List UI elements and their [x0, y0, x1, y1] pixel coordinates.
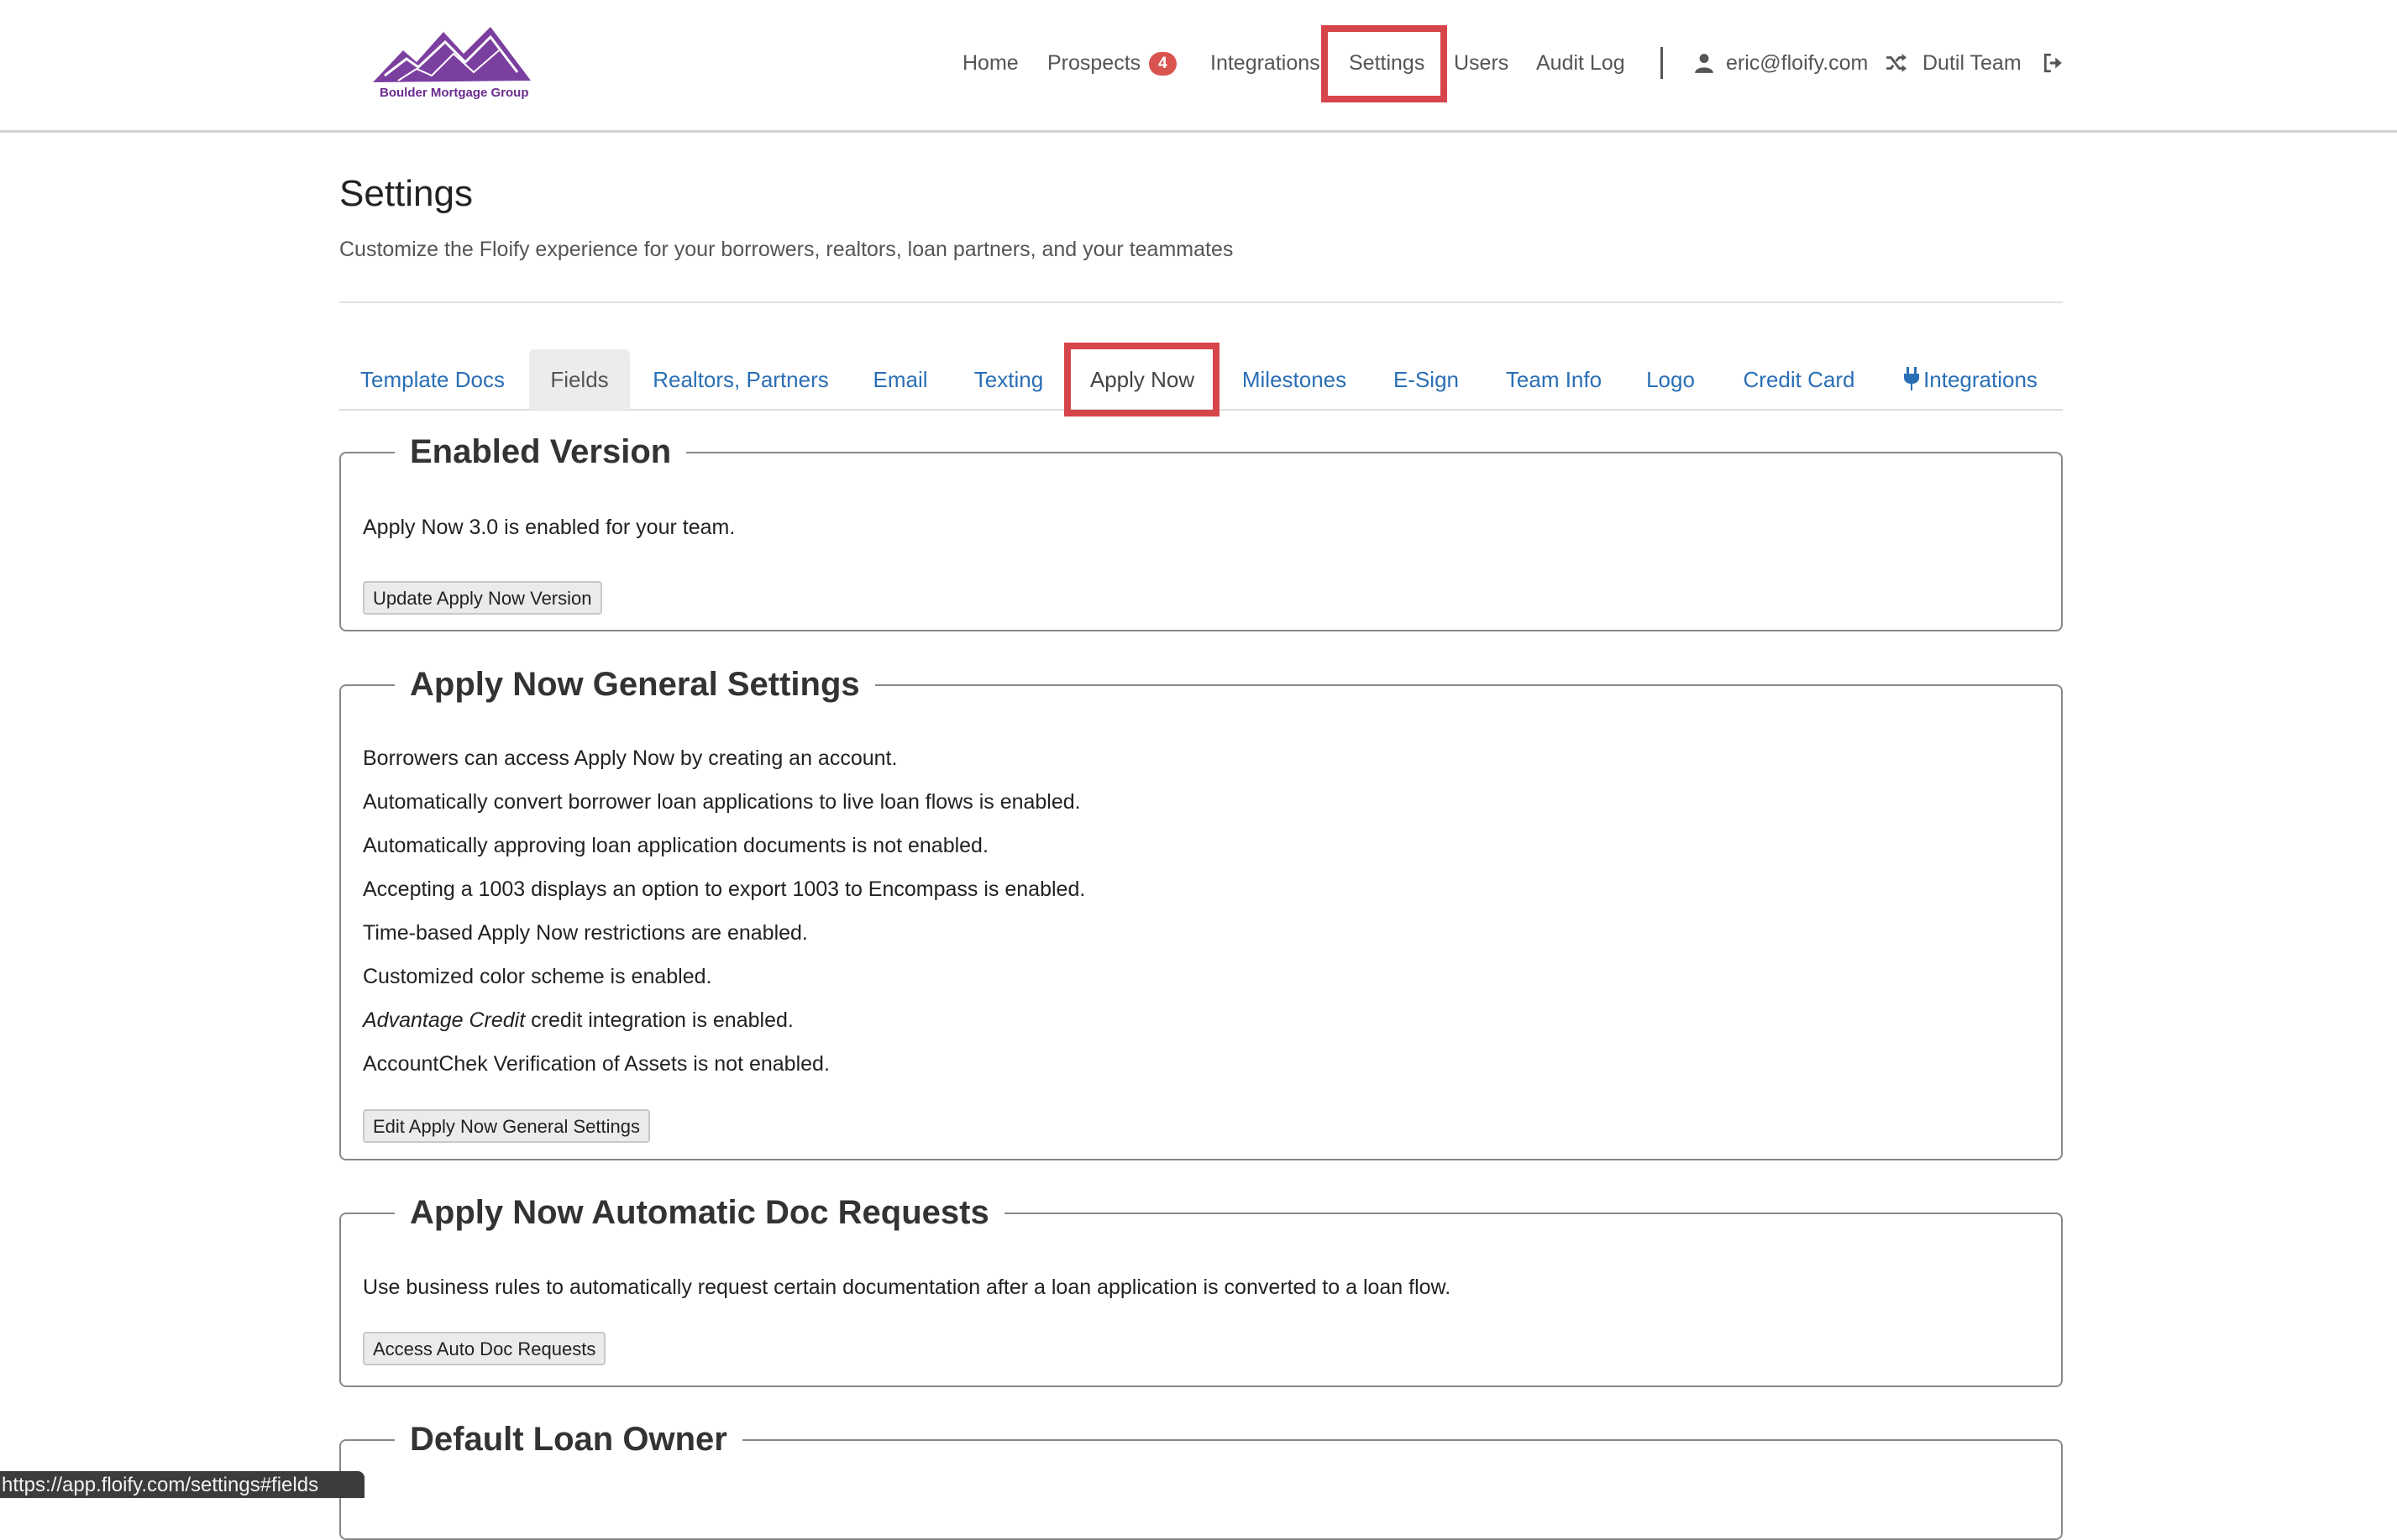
section-default-loan-owner: Default Loan Owner: [339, 1416, 2063, 1540]
section-title: Enabled Version: [395, 428, 687, 475]
setting-line: Automatically convert borrower loan appl…: [363, 790, 1081, 814]
header-divider: [339, 301, 2063, 303]
page-title: Settings: [339, 173, 473, 214]
tab-integrations-label: Integrations: [1923, 367, 2038, 392]
nav-home[interactable]: Home: [962, 49, 1019, 77]
top-navbar: Boulder Mortgage Group Home Prospects 4 I…: [0, 0, 2397, 133]
prospects-count-badge: 4: [1149, 52, 1177, 76]
tab-apply-now[interactable]: Apply Now: [1078, 349, 1206, 410]
setting-line: Accepting a 1003 displays an option to e…: [363, 877, 1086, 901]
link-hover-status-bar: https://app.floify.com/settings#fields: [0, 1471, 365, 1498]
edit-general-settings-button[interactable]: Edit Apply Now General Settings: [363, 1109, 650, 1143]
nav-integrations[interactable]: Integrations: [1210, 49, 1320, 77]
sign-out-icon[interactable]: [2042, 52, 2064, 74]
shuffle-icon[interactable]: [1885, 52, 1907, 74]
setting-line: Customized color scheme is enabled.: [363, 965, 712, 988]
auto-doc-text: Use business rules to automatically requ…: [363, 1275, 1451, 1299]
section-title: Apply Now General Settings: [395, 661, 875, 708]
section-auto-doc-requests: Apply Now Automatic Doc Requests Use bus…: [339, 1189, 2063, 1387]
nav-audit-log[interactable]: Audit Log: [1536, 49, 1625, 77]
plug-icon: [1904, 367, 1920, 390]
user-icon: [1695, 54, 1713, 73]
nav-user-email[interactable]: eric@floify.com: [1726, 49, 1868, 77]
tab-milestones[interactable]: Milestones: [1235, 349, 1354, 410]
section-general-settings: Apply Now General Settings Borrowers can…: [339, 661, 2063, 1160]
setting-line: Borrowers can access Apply Now by creati…: [363, 746, 898, 770]
company-logo[interactable]: Boulder Mortgage Group: [373, 25, 532, 102]
mountain-logo-icon: [373, 27, 531, 82]
nav-users[interactable]: Users: [1454, 49, 1508, 77]
credit-provider-name: Advantage Credit: [363, 1008, 526, 1032]
setting-line-credit: Advantage Credit credit integration is e…: [363, 1006, 794, 1035]
nav-prospects-label: Prospects: [1047, 51, 1141, 75]
nav-prospects[interactable]: Prospects 4: [1047, 49, 1177, 77]
tab-credit-card[interactable]: Credit Card: [1732, 349, 1866, 410]
tab-e-sign[interactable]: E-Sign: [1382, 349, 1470, 410]
section-title: Apply Now Automatic Doc Requests: [395, 1189, 1004, 1236]
credit-line-suffix: credit integration is enabled.: [525, 1008, 794, 1032]
tab-template-docs[interactable]: Template Docs: [339, 349, 526, 410]
page-subtitle: Customize the Floify experience for your…: [339, 238, 1234, 261]
setting-line: Automatically approving loan application…: [363, 834, 989, 857]
nav-team[interactable]: Dutil Team: [1922, 49, 2022, 77]
tab-email[interactable]: Email: [865, 349, 936, 410]
tab-texting[interactable]: Texting: [962, 349, 1055, 410]
tab-integrations[interactable]: Integrations: [1895, 349, 2046, 410]
nav-settings[interactable]: Settings: [1349, 49, 1424, 77]
tab-team-info[interactable]: Team Info: [1498, 349, 1609, 410]
section-title: Default Loan Owner: [395, 1416, 742, 1463]
nav-divider: [1660, 47, 1663, 79]
setting-line: AccountChek Verification of Assets is no…: [363, 1052, 830, 1076]
update-apply-now-version-button[interactable]: Update Apply Now Version: [363, 581, 602, 615]
enabled-version-text: Apply Now 3.0 is enabled for your team.: [363, 516, 736, 539]
access-auto-doc-requests-button[interactable]: Access Auto Doc Requests: [363, 1332, 606, 1365]
section-enabled-version: Enabled Version Apply Now 3.0 is enabled…: [339, 428, 2063, 631]
tab-logo[interactable]: Logo: [1638, 349, 1703, 410]
tab-realtors-partners[interactable]: Realtors, Partners: [643, 349, 838, 410]
setting-line: Time-based Apply Now restrictions are en…: [363, 921, 808, 945]
logo-text: Boulder Mortgage Group: [380, 86, 529, 100]
tab-fields[interactable]: Fields: [529, 349, 630, 410]
